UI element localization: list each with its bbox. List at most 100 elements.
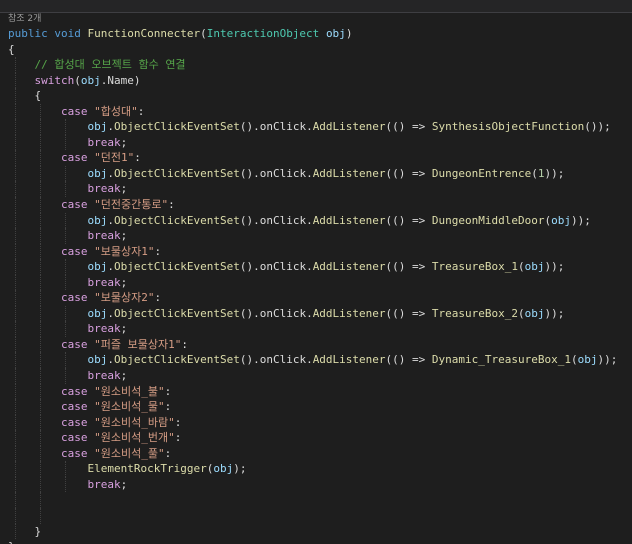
case-label: "퍼즐 보물상자1" [94, 337, 182, 351]
handler-function[interactable]: TreasureBox_2 [432, 307, 518, 320]
on-click-field: onClick [259, 306, 307, 320]
handler-function[interactable]: DungeonEntrence [432, 167, 531, 180]
break-keyword: break [87, 182, 121, 196]
code-editor[interactable]: 참조 2개 public void FunctionConnecter(Inte… [0, 0, 632, 544]
call-arg: obj [524, 306, 545, 320]
object-click-event-set[interactable]: ObjectClickEventSet [114, 307, 240, 320]
code-line-case[interactable]: case "퍼즐 보물상자1": [8, 336, 628, 353]
code-line-break[interactable]: break; [8, 368, 628, 384]
lambda-arrow: () => [392, 213, 426, 227]
code-line-element-call[interactable]: ElementRockTrigger(obj); [8, 461, 628, 477]
code-line-case[interactable]: case "보물상자1": [8, 243, 628, 260]
lambda-arrow: () => [392, 166, 426, 180]
method-body[interactable]: // 합성대 오브젝트 함수 연결 switch(obj.Name) { cas… [8, 57, 628, 544]
code-line-break[interactable]: break; [8, 274, 628, 291]
code-line-break[interactable]: break; [8, 476, 628, 493]
case-keyword: case [60, 400, 88, 414]
code-line-listener[interactable]: obj.ObjectClickEventSet().onClick.AddLis… [8, 352, 628, 369]
case-keyword: case [60, 104, 88, 118]
code-line-listener[interactable]: obj.ObjectClickEventSet().onClick.AddLis… [8, 119, 628, 135]
code-line-case[interactable]: case "원소비석_번개": [8, 430, 628, 446]
receiver: obj [87, 260, 108, 274]
add-listener[interactable]: AddListener [313, 260, 386, 273]
add-listener[interactable]: AddListener [313, 120, 386, 133]
code-line-blank[interactable] [8, 507, 628, 524]
object-click-event-set[interactable]: ObjectClickEventSet [114, 260, 240, 273]
case-keyword: case [60, 244, 88, 258]
switch-keyword: switch [34, 73, 75, 87]
handler-function[interactable]: SynthesisObjectFunction [432, 120, 584, 133]
case-keyword: case [60, 337, 88, 351]
switch-target-member: Name [107, 73, 134, 87]
case-label: "원소비석_번개" [94, 431, 175, 445]
case-label: "원소비석_불" [94, 384, 165, 398]
code-line-break[interactable]: break; [8, 181, 628, 198]
code-line-listener[interactable]: obj.ObjectClickEventSet().onClick.AddLis… [8, 259, 628, 275]
return-type-keyword: void [54, 27, 81, 40]
call-arg: obj [213, 462, 234, 476]
code-line-case[interactable]: case "합성대": [8, 103, 628, 120]
object-click-event-set[interactable]: ObjectClickEventSet [114, 214, 240, 227]
case-label: "원소비석_풀" [94, 446, 165, 460]
code-area[interactable]: 참조 2개 public void FunctionConnecter(Inte… [8, 12, 628, 544]
handler-function[interactable]: TreasureBox_1 [432, 260, 518, 273]
code-line-signature[interactable]: public void FunctionConnecter(Interactio… [8, 26, 628, 42]
handler-function[interactable]: DungeonMiddleDoor [432, 214, 545, 227]
case-label: "보물상자1" [94, 244, 155, 258]
code-line-break[interactable]: break; [8, 321, 628, 337]
add-listener[interactable]: AddListener [313, 353, 386, 366]
code-line-comment[interactable]: // 합성대 오브젝트 함수 연결 [8, 57, 628, 73]
method-name[interactable]: FunctionConnecter [88, 27, 201, 40]
add-listener[interactable]: AddListener [313, 167, 386, 180]
code-line-method-close[interactable]: } [8, 539, 628, 544]
on-click-field: onClick [259, 120, 307, 134]
code-line-listener[interactable]: obj.ObjectClickEventSet().onClick.AddLis… [8, 305, 628, 322]
param-type[interactable]: InteractionObject [207, 27, 320, 40]
break-keyword: break [87, 275, 121, 289]
handler-function[interactable]: Dynamic_TreasureBox_1 [432, 353, 571, 366]
lambda-arrow: () => [392, 353, 426, 367]
param-name: obj [325, 27, 346, 40]
case-keyword: case [60, 384, 88, 398]
add-listener[interactable]: AddListener [313, 307, 386, 320]
add-listener[interactable]: AddListener [313, 214, 386, 227]
code-line-case[interactable]: case "원소비석_물": [8, 399, 628, 415]
lambda-arrow: () => [392, 120, 426, 134]
case-keyword: case [60, 198, 88, 212]
code-line-switch-close[interactable]: } [8, 523, 628, 540]
break-keyword: break [87, 135, 121, 149]
code-line-case[interactable]: case "보물상자2": [8, 290, 628, 306]
object-click-event-set[interactable]: ObjectClickEventSet [114, 120, 240, 133]
references-codelens[interactable]: 참조 2개 [8, 12, 628, 26]
code-line-case[interactable]: case "던전중간통로": [8, 197, 628, 213]
code-line-open-brace[interactable]: { [8, 42, 628, 58]
on-click-field: onClick [259, 260, 307, 274]
on-click-field: onClick [259, 166, 307, 180]
case-keyword: case [60, 151, 88, 165]
case-label: "합성대" [94, 104, 138, 118]
code-line-blank[interactable] [8, 492, 628, 508]
receiver: obj [87, 120, 108, 134]
code-line-listener[interactable]: obj.ObjectClickEventSet().onClick.AddLis… [8, 212, 628, 229]
code-line-case[interactable]: case "원소비석_풀": [8, 445, 628, 462]
break-keyword: break [87, 322, 121, 336]
case-keyword: case [60, 291, 88, 305]
access-keyword: public [8, 27, 48, 40]
object-click-event-set[interactable]: ObjectClickEventSet [114, 167, 240, 180]
lambda-arrow: () => [392, 260, 426, 274]
element-rock-trigger[interactable]: ElementRockTrigger [87, 462, 206, 475]
call-arg: 1 [537, 166, 545, 180]
code-line-switch-open[interactable]: { [8, 88, 628, 104]
object-click-event-set[interactable]: ObjectClickEventSet [114, 353, 240, 366]
case-keyword: case [60, 415, 88, 429]
code-comment: // 합성대 오브젝트 함수 연결 [34, 58, 186, 72]
code-line-case[interactable]: case "던전1": [8, 150, 628, 166]
code-line-switch[interactable]: switch(obj.Name) [8, 72, 628, 89]
break-keyword: break [87, 477, 121, 491]
case-keyword: case [60, 431, 88, 445]
code-line-break[interactable]: break; [8, 134, 628, 151]
code-line-case[interactable]: case "원소비석_바람": [8, 414, 628, 431]
code-line-listener[interactable]: obj.ObjectClickEventSet().onClick.AddLis… [8, 165, 628, 182]
code-line-case[interactable]: case "원소비석_불": [8, 383, 628, 400]
code-line-break[interactable]: break; [8, 228, 628, 244]
